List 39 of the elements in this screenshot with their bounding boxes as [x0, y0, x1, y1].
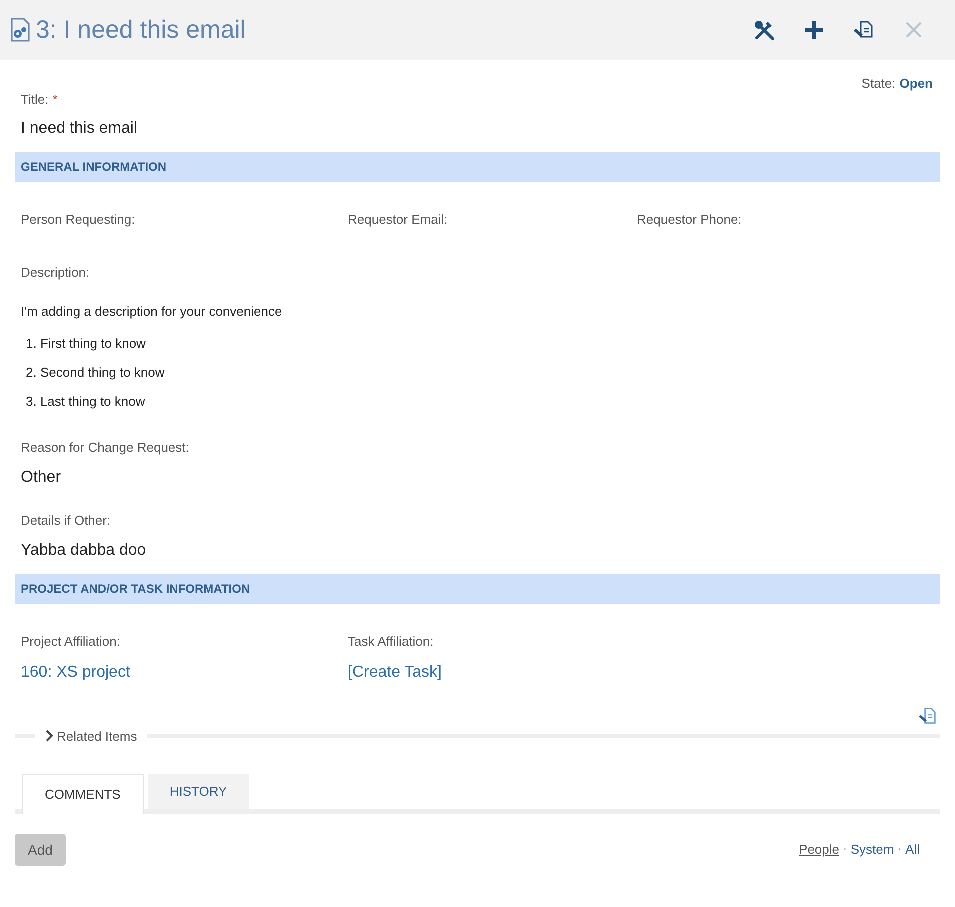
field-label: Details if Other:	[21, 512, 112, 529]
link[interactable]: 160: XS project	[21, 663, 130, 682]
field-label: Project Affiliation:	[21, 634, 122, 650]
field-value: Yabba dabba doo	[21, 540, 148, 560]
add-button[interactable]: Add	[15, 834, 66, 866]
list-item: 3. Last thing to know	[25, 392, 146, 411]
filter-link[interactable]: All	[906, 842, 920, 858]
section-header: GENERAL INFORMATION	[15, 152, 940, 182]
field-label: Title:	[21, 92, 49, 108]
field-label: Description:	[21, 264, 91, 281]
document-pencil-icon[interactable]	[853, 19, 875, 41]
related-items-toggle[interactable]: Related Items	[35, 728, 148, 744]
field-label: Person Requesting:	[21, 212, 136, 228]
document-gear-icon	[10, 17, 32, 43]
tab[interactable]: HISTORY	[148, 774, 250, 810]
filter-link[interactable]: System	[850, 842, 894, 858]
chevron-icon	[45, 730, 53, 742]
tab[interactable]: COMMENTS	[22, 774, 144, 814]
description-text: I'm adding a description for your convenience	[21, 304, 284, 320]
wrench-screwdriver-icon[interactable]	[753, 19, 775, 41]
field-value: Other	[21, 468, 62, 487]
plus-icon[interactable]	[803, 19, 825, 41]
field-label: Requestor Phone:	[637, 212, 743, 228]
section-header: PROJECT AND/OR TASK INFORMATION	[15, 574, 940, 604]
field-label: Requestor Email:	[348, 212, 449, 228]
field-label: Reason for Change Request:	[21, 440, 190, 456]
state-label: State:	[862, 76, 896, 92]
document-pencil-icon[interactable]	[918, 706, 938, 724]
link[interactable]: [Create Task]	[348, 663, 442, 682]
state-value: Open	[900, 76, 933, 92]
required-mark: *	[52, 92, 58, 108]
separator: ·	[844, 844, 847, 856]
filter-link[interactable]: People	[799, 842, 840, 858]
field-value: I need this email	[20, 119, 139, 138]
list-item: 2. Second thing to know	[25, 364, 166, 382]
page-title: 3: I need this email	[36, 15, 246, 45]
separator: ·	[898, 844, 902, 856]
list-item: 1. First thing to know	[25, 334, 147, 353]
field-label: Task Affiliation:	[348, 634, 435, 650]
